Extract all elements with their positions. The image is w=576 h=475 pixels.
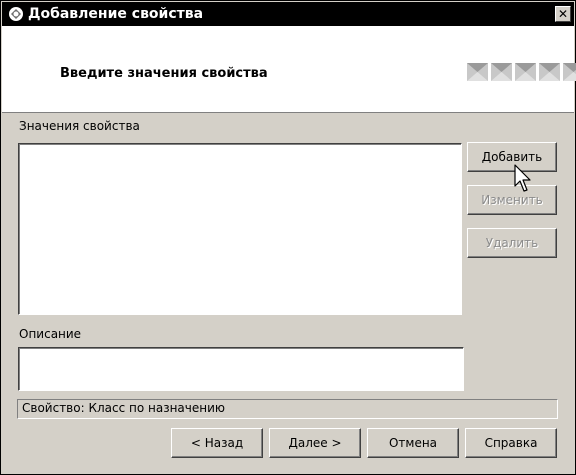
add-property-dialog: Добавление свойства ✕ Введите значения с… <box>0 0 576 475</box>
wizard-step-icon <box>515 63 536 81</box>
wizard-step-icon <box>563 63 576 81</box>
status-bar: Свойство: Класс по назначению <box>17 399 558 419</box>
close-icon: ✕ <box>557 7 569 21</box>
mouse-cursor-icon <box>514 164 531 192</box>
wizard-step-icon <box>491 63 512 81</box>
description-field[interactable] <box>18 347 464 391</box>
delete-button[interactable]: Удалить <box>467 228 557 258</box>
edit-button[interactable]: Изменить <box>467 185 557 215</box>
back-button[interactable]: < Назад <box>171 428 263 458</box>
window-title: Добавление свойства <box>28 6 204 22</box>
add-button[interactable]: Добавить <box>467 142 557 172</box>
help-button[interactable]: Справка <box>465 428 557 458</box>
cancel-button[interactable]: Отмена <box>367 428 459 458</box>
close-button[interactable]: ✕ <box>555 6 571 22</box>
wizard-step-icon <box>539 63 560 81</box>
page-title: Введите значения свойства <box>60 66 268 81</box>
wizard-steps <box>466 62 576 82</box>
description-label: Описание <box>19 327 82 341</box>
next-button[interactable]: Далее > <box>269 428 361 458</box>
values-list[interactable] <box>18 143 462 315</box>
title-bar[interactable]: Добавление свойства ✕ <box>2 2 574 26</box>
wizard-header: Введите значения свойства <box>2 26 576 113</box>
app-icon <box>9 7 23 21</box>
values-label: Значения свойства <box>19 119 140 133</box>
wizard-step-icon <box>467 63 488 81</box>
